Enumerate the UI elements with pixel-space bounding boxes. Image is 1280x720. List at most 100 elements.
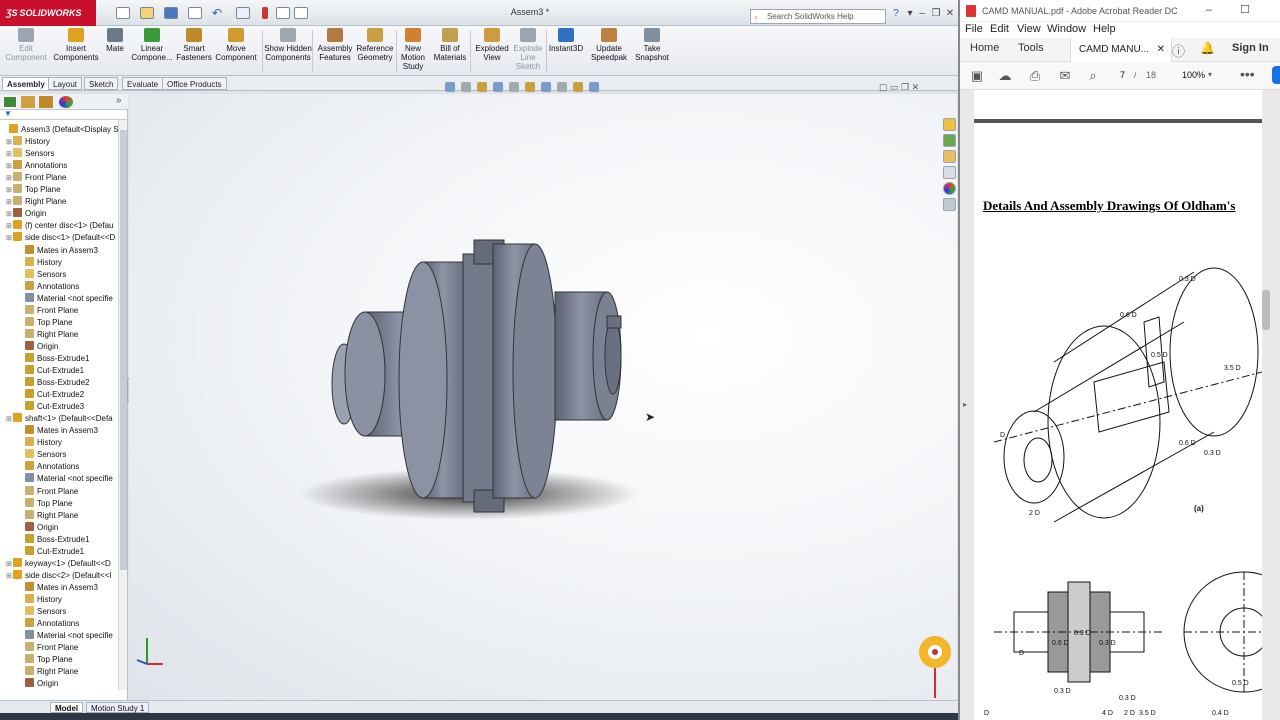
expand-icon[interactable]: ⊞ (6, 221, 13, 232)
tab-assembly[interactable]: Assembly (2, 77, 50, 90)
tree-item-front-plane[interactable]: Front Plane (18, 485, 118, 498)
edit-component-button[interactable]: Edit Component (4, 28, 48, 74)
tree-item-boss-extrude1[interactable]: Boss-Extrude1 (18, 352, 118, 365)
tree-item-history[interactable]: History (18, 437, 118, 449)
tab-evaluate[interactable]: Evaluate (122, 77, 164, 90)
print-icon[interactable] (188, 7, 202, 19)
tree-item-front-plane[interactable]: ⊞ Front Plane (6, 172, 118, 184)
scene-icon[interactable] (573, 82, 583, 92)
zoom-to-fit-icon[interactable] (445, 82, 455, 92)
tree-item-side-disc-2-default-l[interactable]: ⊞ side disc<2> (Default<<l (6, 569, 118, 582)
zoom-dropdown-icon[interactable]: ▾ (1208, 70, 1212, 79)
flyout-icon[interactable]: ▾ (904, 8, 916, 20)
more-tools-icon[interactable]: ••• (1240, 66, 1255, 82)
new-motion-study-button[interactable]: New Motion Study (398, 28, 428, 74)
tab-layout[interactable]: Layout (48, 77, 83, 90)
expand-icon[interactable]: ⊞ (6, 414, 13, 425)
tree-item-right-plane[interactable]: Right Plane (18, 328, 118, 341)
undo-icon[interactable]: ↶ (212, 7, 226, 19)
tree-item-front-plane[interactable]: Front Plane (18, 642, 118, 654)
tree-item-boss-extrude2[interactable]: Boss-Extrude2 (18, 377, 118, 389)
print-icon[interactable]: ⎙ (1028, 69, 1042, 83)
tab-home[interactable]: Home (970, 42, 999, 54)
view-settings-icon[interactable] (589, 82, 599, 92)
tree-item-top-plane[interactable]: Top Plane (18, 654, 118, 666)
previous-view-icon[interactable] (477, 82, 487, 92)
tab-tools[interactable]: Tools (1018, 42, 1044, 54)
tree-item-sensors[interactable]: Sensors (18, 606, 118, 618)
right-pane-toggle[interactable] (1272, 66, 1280, 84)
options-icon[interactable] (294, 7, 308, 19)
display-style-icon[interactable] (525, 82, 535, 92)
save-icon[interactable]: ▣ (970, 69, 984, 83)
help-icon[interactable]: ? (890, 8, 902, 20)
tree-item-sensors[interactable]: ⊞ Sensors (6, 148, 118, 160)
configuration-manager-tab-icon[interactable] (39, 96, 53, 108)
tree-item-front-plane[interactable]: Front Plane (18, 304, 118, 317)
tree-item-top-plane[interactable]: Top Plane (18, 497, 118, 510)
tab-document[interactable]: CAMD MANU... ✕ (1070, 38, 1172, 62)
restore-icon[interactable]: ❐ (930, 8, 942, 20)
left-pane-toggle-icon[interactable]: ▸ (963, 400, 967, 409)
menu-view[interactable]: View (1017, 23, 1041, 35)
expand-icon[interactable]: ⊞ (6, 571, 13, 582)
new-document-icon[interactable] (116, 7, 130, 19)
tree-item-annotations[interactable]: Annotations (18, 618, 118, 630)
tree-item-history[interactable]: History (18, 256, 118, 269)
expand-icon[interactable]: ⊞ (6, 209, 13, 220)
view-orientation-icon[interactable] (509, 82, 519, 92)
sign-in-button[interactable]: Sign In (1232, 42, 1269, 54)
tree-item-annotations[interactable]: ⊞ Annotations (6, 160, 118, 172)
expand-icon[interactable]: ⊞ (6, 161, 13, 172)
graphics-area[interactable]: ➤ ▢ ▭ ❐ ✕ (129, 82, 957, 700)
tree-item-side-disc-1-default-d[interactable]: ⊞ side disc<1> (Default<<D (6, 232, 118, 244)
linear-compone-button[interactable]: Linear Compone... (130, 28, 174, 74)
tree-filter[interactable]: ▼ (0, 109, 128, 120)
resources-tab-icon[interactable] (943, 118, 956, 131)
viewport-window-controls[interactable]: ▢ ▭ ❐ ✕ (879, 82, 919, 93)
tree-item-history[interactable]: ⊞ History (6, 136, 118, 148)
tree-scroll-thumb[interactable] (120, 130, 127, 570)
mate-button[interactable]: Mate (102, 28, 128, 74)
hide-show-icon[interactable] (541, 82, 551, 92)
tree-item-cut-extrude1[interactable]: Cut-Extrude1 (18, 545, 118, 558)
expand-icon[interactable]: ⊞ (6, 137, 13, 148)
bill-of-materials-button[interactable]: Bill of Materials (432, 28, 468, 74)
tab-model[interactable]: Model (50, 702, 84, 713)
tree-item-right-plane[interactable]: Right Plane (18, 666, 118, 678)
help-icon[interactable]: ⓘ (1172, 41, 1185, 60)
tree-item-assem3-default-display-st[interactable]: Assem3 (Default<Display St (2, 124, 118, 136)
expand-icon[interactable]: ⊞ (6, 233, 13, 244)
select-arrow-icon[interactable] (236, 7, 250, 19)
solidworks-logo[interactable]: ƷS SOLIDWORKS (0, 0, 96, 26)
custom-properties-tab-icon[interactable] (943, 198, 956, 211)
smart-fasteners-button[interactable]: Smart Fasteners (176, 28, 212, 74)
tree-item-cut-extrude3[interactable]: Cut-Extrude3 (18, 401, 118, 413)
search-icon[interactable]: ⌕ (1086, 69, 1100, 83)
tree-item-origin[interactable]: Origin (18, 521, 118, 534)
tab-motion-study-1[interactable]: Motion Study 1 (86, 702, 150, 713)
tree-item-origin[interactable]: Origin (18, 678, 118, 690)
expand-icon[interactable]: ⊞ (6, 149, 13, 160)
instant3d-button[interactable]: Instant3D (548, 28, 584, 74)
exploded-view-button[interactable]: Exploded View (474, 28, 510, 74)
tree-item-material-not-specifie[interactable]: Material <not specifie (18, 630, 118, 642)
tree-item-material-not-specifie[interactable]: Material <not specifie (18, 292, 118, 305)
tree-item-mates-in-assem3[interactable]: Mates in Assem3 (18, 581, 118, 594)
file-properties-icon[interactable] (276, 7, 290, 19)
close-icon[interactable]: ✕ (944, 8, 956, 20)
acrobat-minimize-icon[interactable]: – (1206, 4, 1212, 16)
tab-sketch[interactable]: Sketch (84, 77, 119, 90)
save-icon[interactable] (164, 7, 178, 19)
tab-office-products[interactable]: Office Products (162, 77, 227, 90)
view-palette-tab-icon[interactable] (943, 166, 956, 179)
tree-scrollbar[interactable] (118, 120, 127, 690)
expand-icon[interactable]: ⊞ (6, 185, 13, 196)
edit-appearance-icon[interactable] (557, 82, 567, 92)
notification-bell-icon[interactable]: 🔔 (1200, 41, 1215, 55)
design-library-tab-icon[interactable] (943, 134, 956, 147)
explode-line-sketch-button[interactable]: Explode Line Sketch (512, 28, 544, 74)
tree-item-right-plane[interactable]: Right Plane (18, 509, 118, 522)
tree-item-mates-in-assem3[interactable]: Mates in Assem3 (18, 425, 118, 437)
acrobat-maximize-icon[interactable]: ☐ (1240, 3, 1250, 16)
